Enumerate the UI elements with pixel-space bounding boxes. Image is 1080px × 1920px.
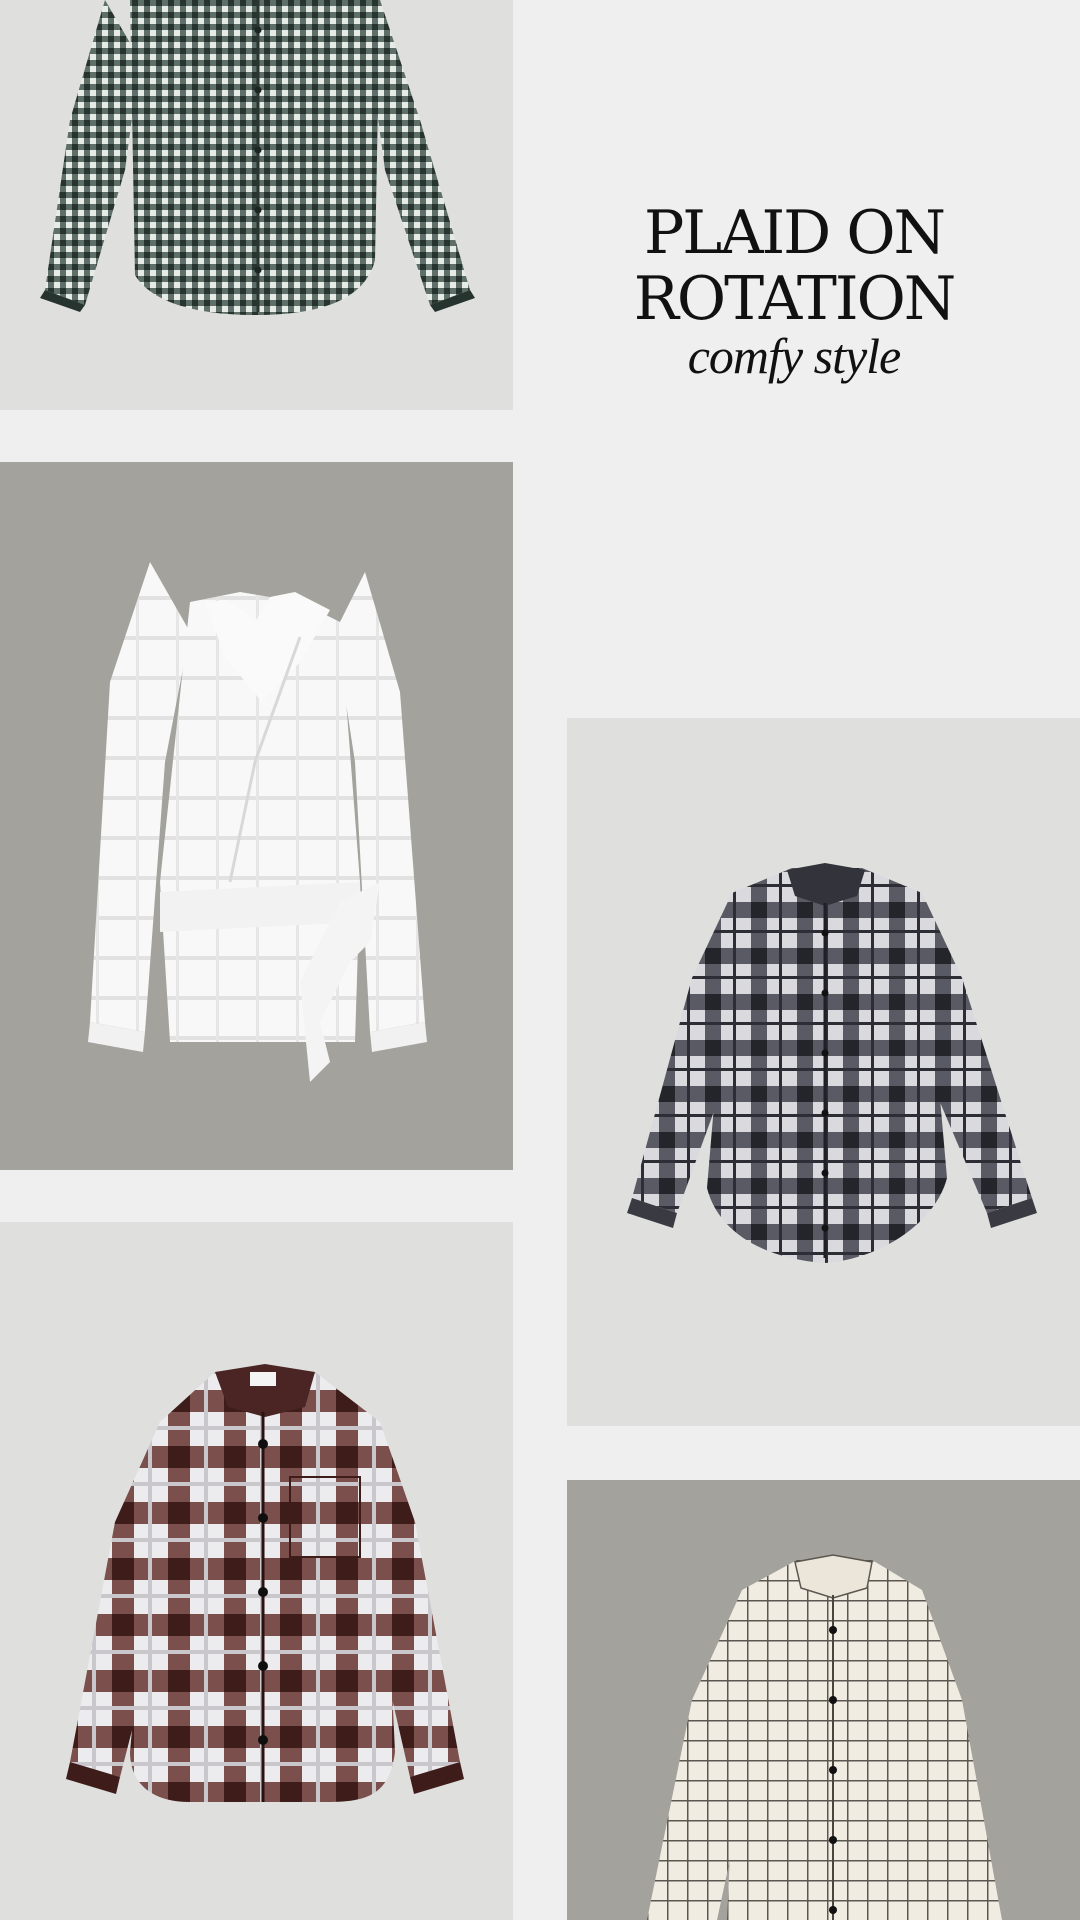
- white-wrap-blouse-image: [0, 462, 513, 1170]
- shirt-panel-brown-plaid: [0, 1222, 513, 1920]
- brown-plaid-shirt-image: [0, 1222, 513, 1920]
- shirt-panel-gingham: [0, 0, 513, 410]
- shirt-panel-cream-check: [567, 1480, 1080, 1920]
- headline-block: PLAID ON ROTATION comfy style: [567, 200, 1021, 384]
- gingham-shirt-image: [0, 0, 513, 410]
- cream-check-shirt-image: [567, 1480, 1080, 1920]
- headline-subtitle: comfy style: [687, 328, 902, 384]
- shirt-panel-black-plaid: [567, 718, 1080, 1426]
- headline-line-1: PLAID ON: [643, 198, 946, 268]
- headline-line-2: ROTATION: [633, 264, 957, 334]
- black-plaid-shirt-image: [567, 718, 1080, 1426]
- shirt-panel-white-wrap: [0, 462, 513, 1170]
